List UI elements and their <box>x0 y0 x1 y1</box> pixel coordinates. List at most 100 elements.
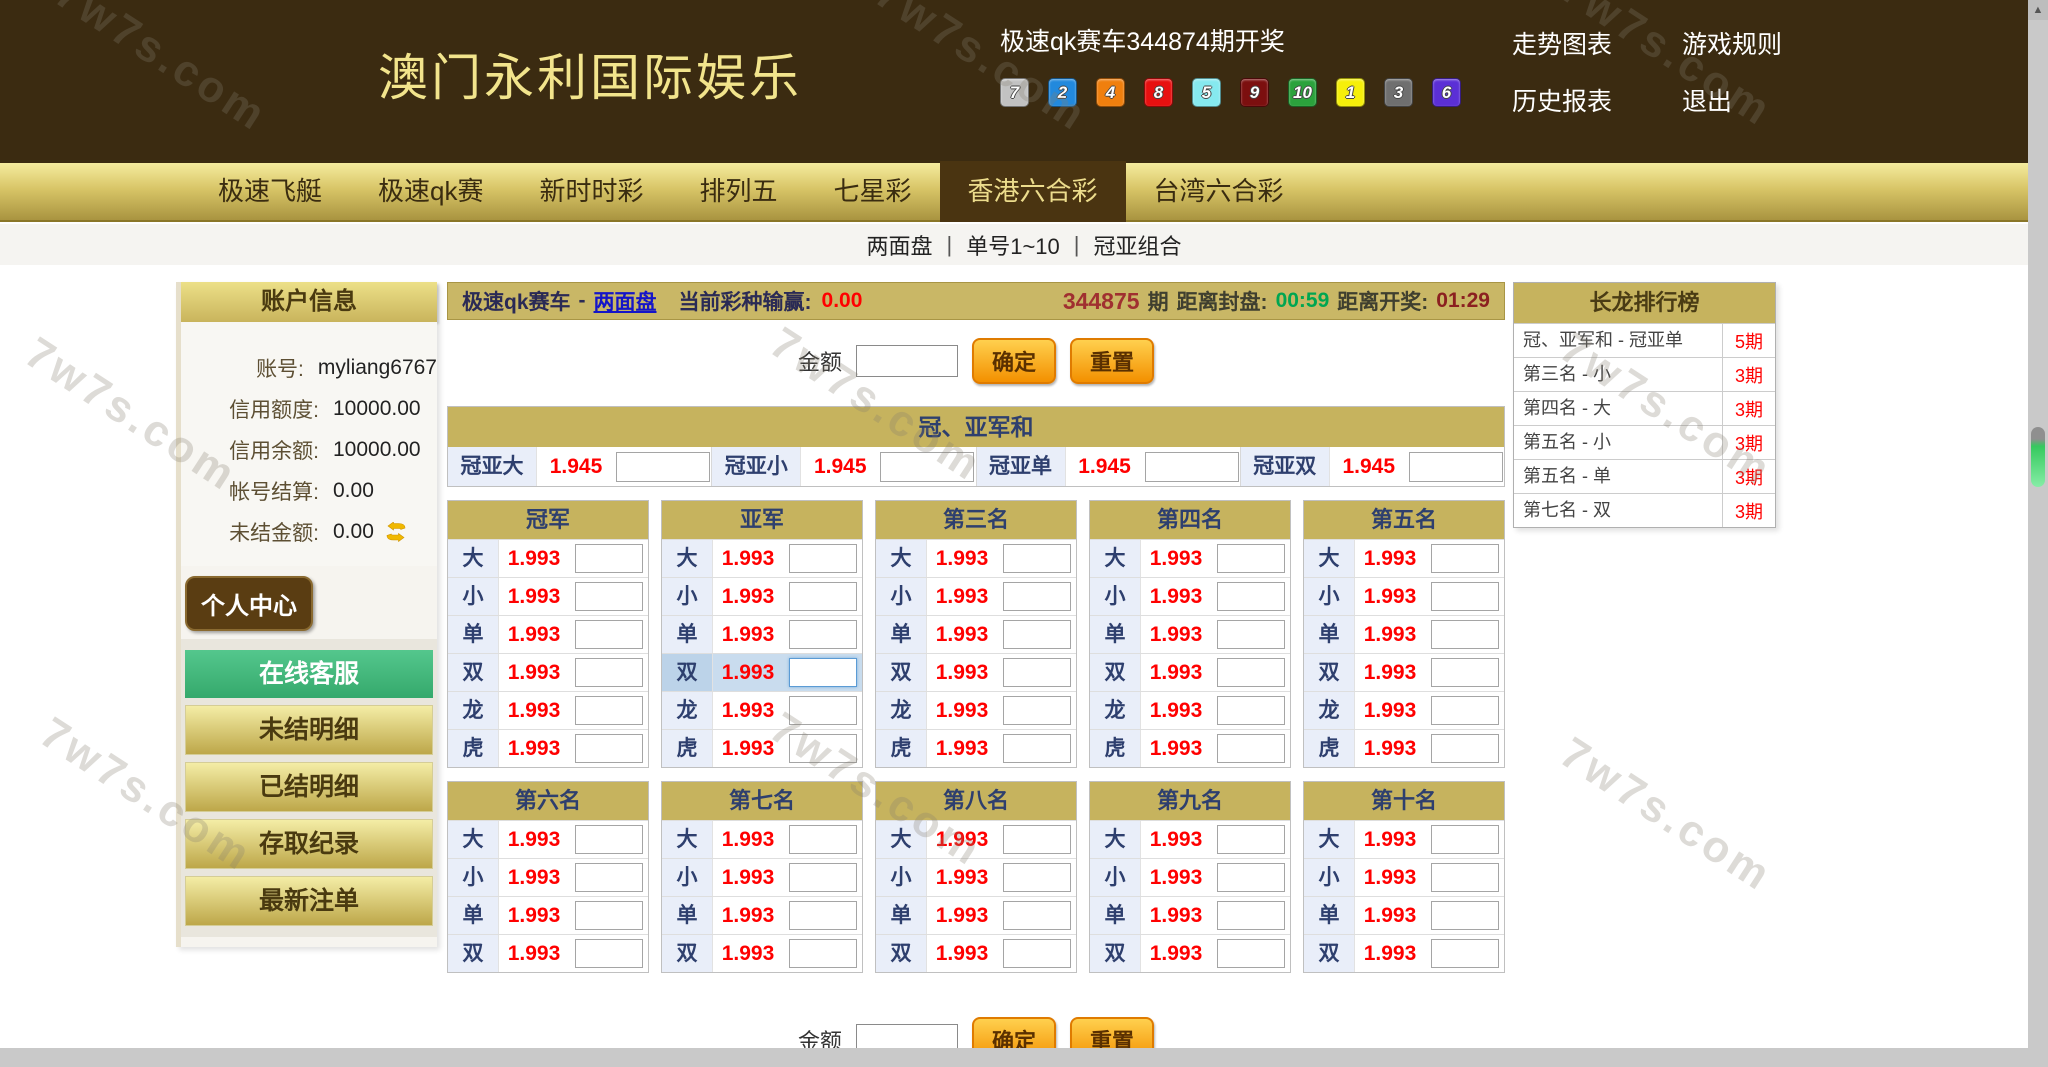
bet-amount-input[interactable] <box>1409 452 1503 482</box>
bet-amount-input[interactable] <box>1003 734 1071 763</box>
bet-odds: 1.993 <box>927 585 997 609</box>
scrollbar-thumb[interactable] <box>2031 427 2045 487</box>
bet-amount-input[interactable] <box>789 544 857 573</box>
close-countdown-value: 00:59 <box>1276 289 1330 313</box>
nav-item[interactable]: 极速qk赛 <box>350 163 511 220</box>
horizontal-scrollbar[interactable] <box>0 1048 2048 1067</box>
account-value: 0.00 <box>333 479 374 503</box>
bet-amount-input[interactable] <box>1431 734 1499 763</box>
bet-amount-input[interactable] <box>789 620 857 649</box>
bet-amount-input[interactable] <box>616 452 710 482</box>
refresh-icon[interactable] <box>384 522 408 542</box>
bet-amount-input-focused[interactable] <box>789 658 857 687</box>
bet-odds: 1.993 <box>499 737 569 761</box>
confirm-button[interactable]: 确定 <box>972 338 1056 384</box>
bet-amount-input[interactable] <box>1003 696 1071 725</box>
nav-item[interactable]: 排列五 <box>672 163 806 220</box>
bet-amount-input[interactable] <box>1431 620 1499 649</box>
vertical-scrollbar[interactable]: ▲ <box>2028 0 2048 1048</box>
bet-amount-input[interactable] <box>1217 939 1285 968</box>
bet-table-title: 第五名 <box>1304 501 1504 539</box>
bet-amount-input[interactable] <box>1217 734 1285 763</box>
subnav-item[interactable]: 冠亚组合 <box>1094 229 1182 261</box>
bet-amount-input[interactable] <box>1431 658 1499 687</box>
sidebar-item-unsettled-detail[interactable]: 未结明细 <box>185 705 433 755</box>
bet-amount-input[interactable] <box>1431 544 1499 573</box>
bet-amount-input[interactable] <box>789 901 857 930</box>
bet-amount-input[interactable] <box>1003 825 1071 854</box>
bet-amount-input[interactable] <box>1431 939 1499 968</box>
bet-odds: 1.993 <box>713 866 783 890</box>
bet-amount-input[interactable] <box>575 696 643 725</box>
bet-table: 第三名 大1.993 小1.993 单1.993 双1.993 龙1.993 虎… <box>875 500 1077 768</box>
bet-amount-input[interactable] <box>1217 901 1285 930</box>
bet-amount-input[interactable] <box>575 582 643 611</box>
bet-amount-input[interactable] <box>575 939 643 968</box>
logout-link[interactable]: 退出 <box>1682 82 1732 118</box>
bet-amount-input[interactable] <box>575 825 643 854</box>
amount-input[interactable] <box>856 345 958 377</box>
bet-amount-input[interactable] <box>1431 696 1499 725</box>
sidebar-item-settled-detail[interactable]: 已结明细 <box>185 762 433 812</box>
trend-chart-link[interactable]: 走势图表 <box>1512 25 1612 61</box>
bet-amount-input[interactable] <box>575 734 643 763</box>
reset-button[interactable]: 重置 <box>1070 338 1154 384</box>
bet-amount-input[interactable] <box>789 582 857 611</box>
bet-amount-input[interactable] <box>1217 825 1285 854</box>
bet-option-label: 小 <box>448 578 499 615</box>
nav-item[interactable]: 新时时彩 <box>511 163 671 220</box>
bet-amount-input[interactable] <box>575 658 643 687</box>
game-rules-link[interactable]: 游戏规则 <box>1682 25 1782 61</box>
personal-center-button[interactable]: 个人中心 <box>185 576 313 631</box>
bet-amount-input[interactable] <box>1145 452 1239 482</box>
nav-item[interactable]: 七星彩 <box>806 163 940 220</box>
scroll-up-icon[interactable]: ▲ <box>2028 0 2048 20</box>
bet-amount-input[interactable] <box>1003 620 1071 649</box>
bet-amount-input[interactable] <box>1431 863 1499 892</box>
bet-amount-input[interactable] <box>1217 582 1285 611</box>
bet-amount-input[interactable] <box>1217 658 1285 687</box>
sidebar-item-latest-bets[interactable]: 最新注单 <box>185 876 433 926</box>
bet-option-label: 冠亚小 <box>712 447 801 486</box>
bet-amount-input[interactable] <box>1217 863 1285 892</box>
bet-amount-input[interactable] <box>789 825 857 854</box>
bet-amount-input[interactable] <box>880 452 974 482</box>
nav-item-active[interactable]: 香港六合彩 <box>940 161 1126 222</box>
bet-amount-input[interactable] <box>1003 544 1071 573</box>
bet-amount-input[interactable] <box>789 734 857 763</box>
bet-amount-input[interactable] <box>575 901 643 930</box>
bet-amount-input[interactable] <box>1003 863 1071 892</box>
bet-amount-input[interactable] <box>1003 658 1071 687</box>
bet-amount-input[interactable] <box>1217 544 1285 573</box>
subnav-item[interactable]: 两面盘 <box>866 229 932 261</box>
nav-item[interactable]: 极速飞艇 <box>190 163 350 220</box>
bet-option-label: 大 <box>448 821 499 858</box>
bet-amount-bar-top: 金额 确定 重置 <box>447 338 1505 384</box>
issue-suffix: 期 <box>1148 286 1169 316</box>
bet-option-label: 龙 <box>876 692 927 729</box>
bet-amount-input[interactable] <box>1217 620 1285 649</box>
bet-amount-input[interactable] <box>789 863 857 892</box>
bet-amount-input[interactable] <box>575 620 643 649</box>
bet-amount-input[interactable] <box>575 544 643 573</box>
bet-amount-input[interactable] <box>1431 825 1499 854</box>
bet-option-label: 双 <box>448 654 499 691</box>
sidebar-item-online-service[interactable]: 在线客服 <box>185 650 433 698</box>
bet-amount-input[interactable] <box>1217 696 1285 725</box>
bet-amount-input[interactable] <box>1003 582 1071 611</box>
nav-item[interactable]: 台湾六合彩 <box>1126 163 1312 220</box>
subnav-item[interactable]: 单号1~10 <box>966 229 1060 261</box>
bet-amount-input[interactable] <box>1431 901 1499 930</box>
bet-amount-input[interactable] <box>1003 939 1071 968</box>
sidebar-item-deposit-record[interactable]: 存取纪录 <box>185 819 433 869</box>
streak-label: 第五名 - 单 <box>1514 460 1723 493</box>
bet-option-label: 龙 <box>448 692 499 729</box>
bet-amount-input[interactable] <box>789 696 857 725</box>
bet-amount-input[interactable] <box>1431 582 1499 611</box>
table-row: 小1.993 <box>1090 858 1290 896</box>
bet-amount-input[interactable] <box>575 863 643 892</box>
history-report-link[interactable]: 历史报表 <box>1512 82 1612 118</box>
play-mode-link[interactable]: 两面盘 <box>594 286 657 316</box>
bet-amount-input[interactable] <box>1003 901 1071 930</box>
bet-amount-input[interactable] <box>789 939 857 968</box>
